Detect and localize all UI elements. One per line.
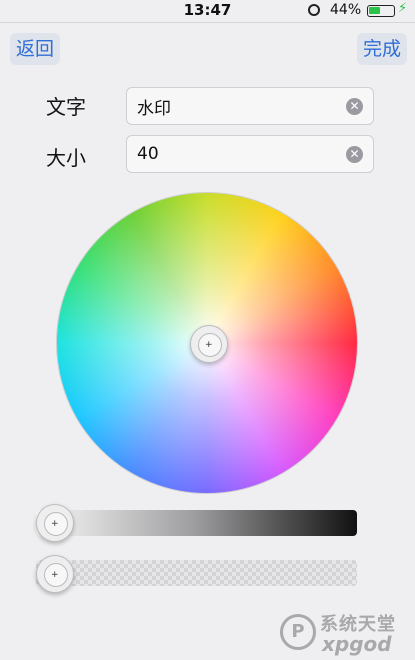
battery-icon [367, 5, 395, 17]
opacity-slider-knob[interactable]: + [36, 555, 74, 593]
opacity-slider-track[interactable] [36, 560, 357, 586]
crosshair-icon: + [51, 519, 59, 529]
watermark-en: xpgod [322, 632, 392, 656]
text-field[interactable]: ✕ [126, 87, 374, 125]
size-field[interactable]: ✕ [126, 135, 374, 173]
status-bar: 13:47 44% ⚡ [0, 0, 415, 22]
crosshair-icon: + [51, 570, 59, 580]
brightness-slider-knob[interactable]: + [36, 504, 74, 542]
battery-percent: 44% [330, 2, 362, 18]
clear-icon[interactable]: ✕ [346, 146, 363, 163]
size-label: 大小 [46, 146, 86, 170]
brightness-slider-track[interactable] [36, 510, 357, 536]
size-input[interactable] [137, 136, 337, 172]
logo-icon: P [280, 614, 316, 650]
watermark-logo: P 系统天堂 xpgod [276, 606, 415, 660]
back-button[interactable]: 返回 [10, 33, 61, 65]
clear-icon[interactable]: ✕ [346, 98, 363, 115]
battery-fill [369, 7, 381, 14]
text-label: 文字 [46, 95, 86, 119]
crosshair-icon: + [205, 340, 213, 350]
done-button[interactable]: 完成 [356, 33, 407, 65]
orientation-lock-icon [308, 4, 320, 16]
status-divider [0, 22, 415, 23]
color-wheel-knob[interactable]: + [190, 325, 228, 363]
text-input[interactable] [137, 88, 337, 124]
bolt-icon: ⚡ [398, 1, 408, 16]
